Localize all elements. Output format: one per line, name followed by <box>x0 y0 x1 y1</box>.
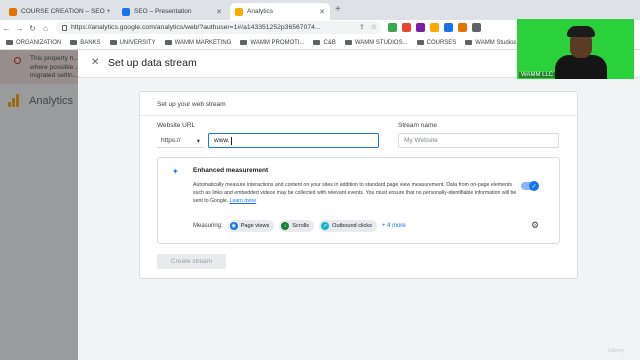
bookmark-folder[interactable]: COURSES <box>416 39 457 46</box>
forward-icon[interactable]: → <box>13 24 26 33</box>
analytics-favicon-icon <box>235 7 243 16</box>
chip-outbound-clicks: ➚ Outbound clicks <box>319 220 377 232</box>
enhanced-measurement-section: ✦ Enhanced measurement Automatically mea… <box>157 157 560 244</box>
back-icon[interactable]: ← <box>0 24 13 33</box>
data-stream-panel: ✕ Set up data stream Set up your web str… <box>78 50 640 360</box>
webcam-overlay: WAMM LLC <box>517 19 634 79</box>
folder-icon <box>70 40 78 45</box>
bookmark-folder[interactable]: WAMM MARKETING <box>164 39 232 46</box>
extension-icon[interactable] <box>430 23 439 32</box>
website-url-input[interactable]: www. <box>208 133 379 148</box>
bookmark-label: UNIVERSITY <box>119 39 156 46</box>
share-icon[interactable]: ⇪ <box>359 23 365 31</box>
bookmark-label: ORGANIZATION <box>16 39 62 46</box>
stream-name-placeholder: My Website <box>404 137 438 144</box>
check-icon: ✓ <box>529 181 539 191</box>
bookmark-folder[interactable]: BANKS <box>70 39 101 46</box>
extension-icon[interactable] <box>444 23 453 32</box>
panel-title: Set up data stream <box>108 57 197 69</box>
enhanced-measurement-title: Enhanced measurement <box>193 167 269 174</box>
dropdown-arrow-icon: ▾ <box>196 137 200 145</box>
chip-label: Page views <box>240 223 270 229</box>
website-url-label: Website URL <box>157 122 196 129</box>
presenter-body <box>555 55 607 79</box>
sparkle-icon: ✦ <box>172 167 179 176</box>
bookmark-folder[interactable]: WAMM PROMOTI... <box>240 40 304 46</box>
url-input-value: www. <box>214 137 230 144</box>
extension-icon[interactable] <box>472 23 481 32</box>
folder-icon <box>344 40 352 45</box>
folder-icon <box>240 40 248 45</box>
learn-more-link[interactable]: Learn more <box>230 198 257 204</box>
bookmark-folder[interactable]: UNIVERSITY <box>109 39 156 46</box>
address-bar[interactable]: https://analytics.google.com/analytics/w… <box>56 21 381 34</box>
tab-title: Analytics <box>247 8 274 15</box>
extension-icon[interactable] <box>388 23 397 32</box>
tab-title: COURSE CREATION – SEO + <box>21 8 111 15</box>
chip-label: Outbound clicks <box>332 223 372 229</box>
click-icon: ➚ <box>321 222 330 230</box>
eye-icon: ◉ <box>229 222 238 230</box>
lock-icon <box>62 24 67 31</box>
measuring-label: Measuring: <box>193 223 223 229</box>
folder-icon <box>109 40 117 45</box>
tab-course-creation[interactable]: COURSE CREATION – SEO + ✕ <box>4 3 114 20</box>
chip-label: Scrolls <box>292 223 310 229</box>
stream-name-input[interactable]: My Website <box>398 133 559 148</box>
chip-scrolls: ↕ Scrolls <box>279 220 315 232</box>
tab-seo-presentation[interactable]: SEO – Presentation ✕ <box>117 3 227 20</box>
extension-icon[interactable] <box>458 23 467 32</box>
bookmark-label: WAMM MARKETING <box>174 39 232 46</box>
close-tab-icon[interactable]: ✕ <box>216 8 222 16</box>
extension-icon[interactable] <box>416 23 425 32</box>
bookmark-star-icon[interactable]: ☆ <box>371 23 377 31</box>
text-cursor <box>230 136 232 145</box>
new-tab-icon[interactable]: + <box>335 4 341 15</box>
gear-icon[interactable]: ⚙ <box>531 220 539 231</box>
slides-favicon-icon <box>122 7 130 16</box>
enhanced-measurement-toggle[interactable]: ✓ <box>521 181 539 191</box>
tab-strip: COURSE CREATION – SEO + ✕ SEO – Presenta… <box>0 0 640 20</box>
folder-icon <box>164 40 172 45</box>
web-stream-card: Set up your web stream Website URL https… <box>139 91 578 279</box>
scroll-icon: ↕ <box>281 222 290 230</box>
protocol-value: https:// <box>161 137 181 144</box>
enhanced-measurement-description: Automatically measure interactions and c… <box>193 181 518 205</box>
bookmark-folder[interactable]: C&B <box>313 39 336 46</box>
bookmark-folder[interactable]: WAMM STUDIOS... <box>344 39 408 46</box>
folder-icon <box>416 40 424 45</box>
create-stream-button[interactable]: Create stream <box>157 254 226 269</box>
tab-title: SEO – Presentation <box>134 8 192 15</box>
bookmark-label: WAMM STUDIOS... <box>354 39 408 46</box>
divider <box>140 115 577 116</box>
chip-page-views: ◉ Page views <box>227 220 275 232</box>
measuring-row: Measuring: ◉ Page views ↕ Scrolls ➚ Outb… <box>193 220 406 232</box>
bookmark-label: WAMM PROMOTI... <box>250 39 305 46</box>
extension-icon[interactable] <box>402 23 411 32</box>
home-icon[interactable]: ⌂ <box>39 24 52 33</box>
bookmark-label: COURSES <box>426 39 457 46</box>
tab-analytics[interactable]: Analytics ✕ <box>230 3 330 20</box>
watermark: Udemy <box>608 348 624 354</box>
card-heading: Set up your web stream <box>157 101 226 108</box>
webcam-label: WAMM LLC <box>519 72 556 78</box>
description-lead: Automatically measure interactions and c… <box>193 182 445 188</box>
close-tab-icon[interactable]: ✕ <box>319 8 325 16</box>
bookmark-folder[interactable]: ORGANIZATION <box>6 40 61 46</box>
stream-name-label: Stream name <box>398 122 438 129</box>
close-icon[interactable]: ✕ <box>91 57 99 68</box>
bookmark-label: C&B <box>323 39 336 46</box>
folder-icon <box>465 40 473 45</box>
course-favicon-icon <box>9 7 17 16</box>
folder-icon <box>6 40 13 45</box>
protocol-select[interactable]: https:// ▾ <box>157 134 204 148</box>
bookmark-label: BANKS <box>80 39 101 46</box>
presenter-cap <box>567 26 595 37</box>
extensions <box>388 23 481 32</box>
folder-icon <box>313 40 321 45</box>
url-text[interactable]: https://analytics.google.com/analytics/w… <box>71 24 321 31</box>
more-link[interactable]: + 4 more <box>382 223 406 229</box>
reload-icon[interactable]: ↻ <box>26 24 39 33</box>
